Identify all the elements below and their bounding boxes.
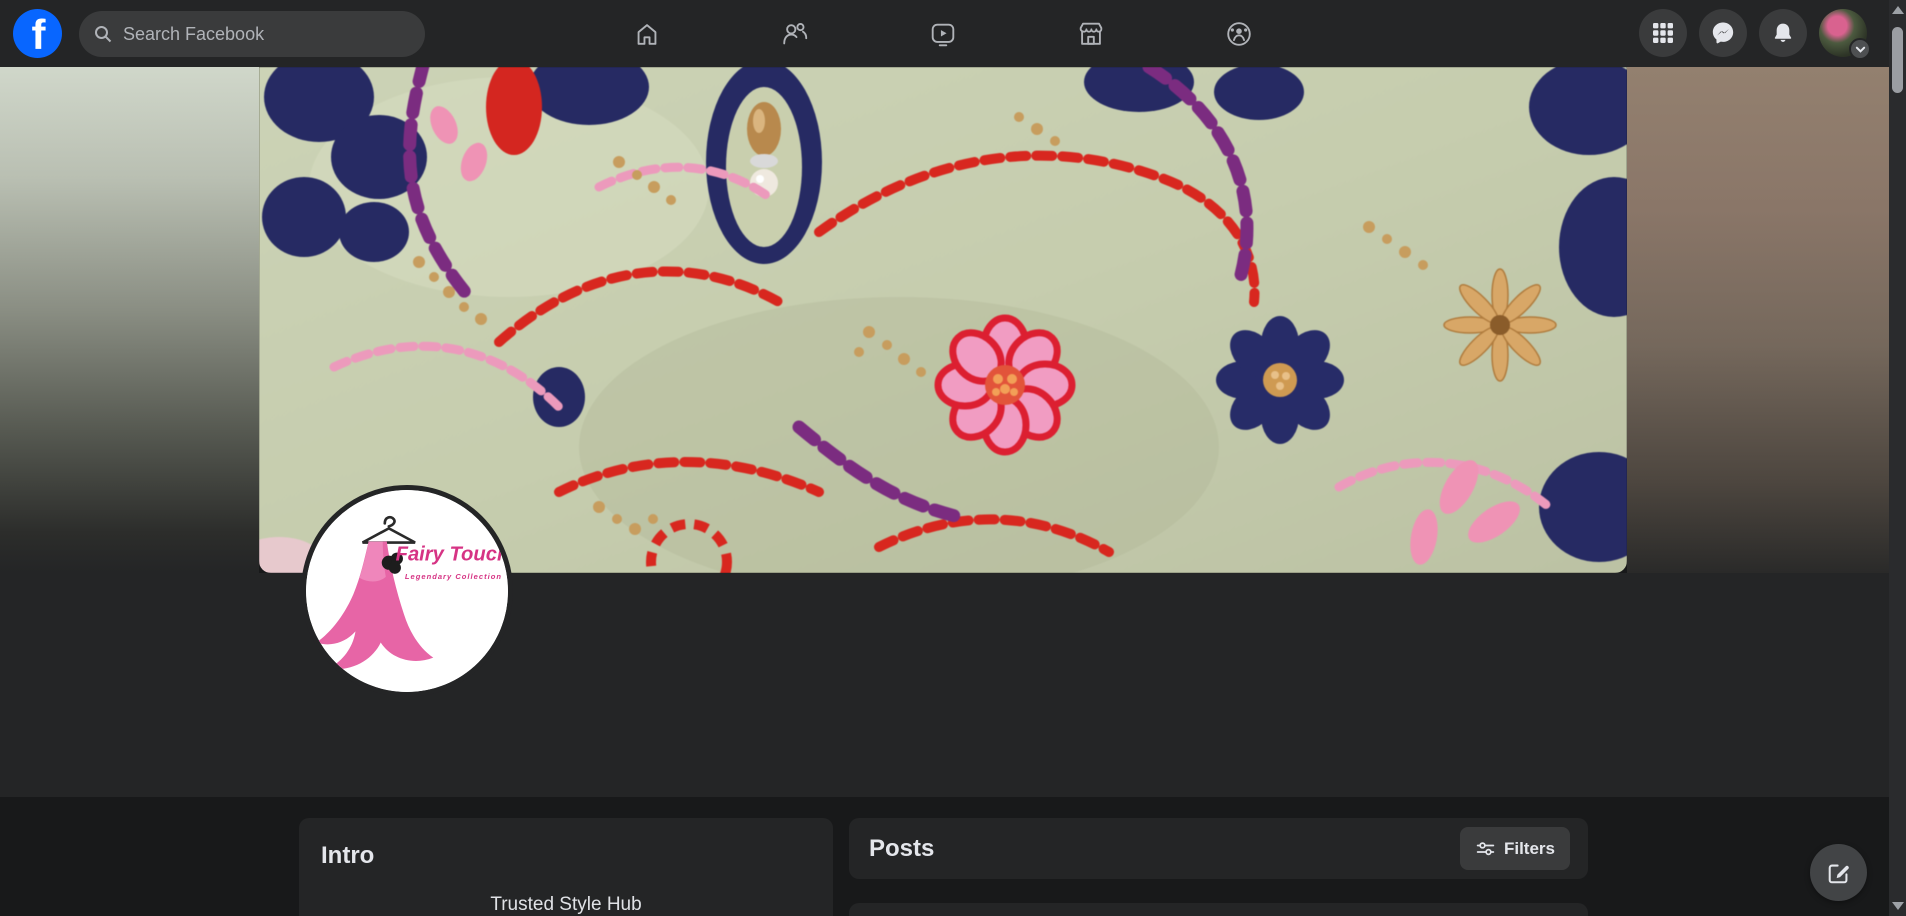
profile-logo-art: Fairy Touch Legendary Collection [306, 490, 508, 692]
filters-button[interactable]: Filters [1460, 827, 1570, 870]
vertical-scrollbar[interactable] [1889, 0, 1906, 916]
account-button[interactable] [1819, 9, 1867, 57]
scrollbar-up-arrow[interactable] [1889, 2, 1906, 18]
posts-header-card: Posts Filters [849, 818, 1588, 879]
intro-card: Intro Trusted Style Hub [299, 818, 833, 916]
cover-blur-right [1627, 67, 1906, 573]
friends-icon [780, 19, 810, 49]
cover-section [0, 67, 1906, 573]
messenger-icon [1710, 20, 1736, 46]
page-profile-picture[interactable]: Fairy Touch Legendary Collection [301, 485, 513, 697]
chevron-down-icon [1855, 44, 1866, 55]
profile-logo-subtitle: Legendary Collection [405, 572, 502, 581]
filters-icon [1475, 838, 1496, 859]
search-icon [93, 24, 113, 44]
cover-blur-left [0, 67, 259, 573]
search-input[interactable] [121, 23, 381, 46]
account-chevron-badge [1849, 38, 1871, 60]
messenger-button[interactable] [1699, 9, 1747, 57]
edit-pencil-icon [1826, 860, 1852, 886]
marketplace-icon [1076, 19, 1106, 49]
scrollbar-down-arrow[interactable] [1889, 898, 1906, 914]
home-icon [632, 19, 662, 49]
menu-grid-icon [1651, 21, 1675, 45]
facebook-logo-letter: f [32, 12, 46, 58]
profile-logo-title: Fairy Touch [396, 544, 508, 566]
friends-tab[interactable] [721, 3, 869, 65]
navbar-right-buttons [1639, 9, 1867, 57]
top-navbar: f [0, 0, 1906, 67]
facebook-page: f [0, 0, 1906, 916]
cover-photo-art [259, 67, 1627, 573]
groups-icon [1224, 19, 1254, 49]
notifications-button[interactable] [1759, 9, 1807, 57]
page-header: Fairy Touch 9.9K followers • 46 followin… [0, 573, 1906, 797]
video-icon [928, 19, 958, 49]
menu-button[interactable] [1639, 9, 1687, 57]
facebook-logo[interactable]: f [13, 9, 62, 58]
post-card-partial [849, 903, 1588, 916]
navbar-center-tabs [573, 0, 1313, 67]
scrollbar-thumb[interactable] [1892, 27, 1903, 93]
search-input-wrapper[interactable] [79, 11, 425, 57]
posts-title: Posts [869, 835, 934, 863]
bell-icon [1770, 20, 1796, 46]
intro-line: Trusted Style Hub [321, 894, 811, 916]
groups-tab[interactable] [1165, 3, 1313, 65]
filters-button-label: Filters [1504, 839, 1555, 859]
home-tab[interactable] [573, 3, 721, 65]
video-tab[interactable] [869, 3, 1017, 65]
intro-title: Intro [321, 842, 811, 870]
marketplace-tab[interactable] [1017, 3, 1165, 65]
compose-button[interactable] [1810, 844, 1867, 901]
cover-photo[interactable] [259, 67, 1627, 573]
